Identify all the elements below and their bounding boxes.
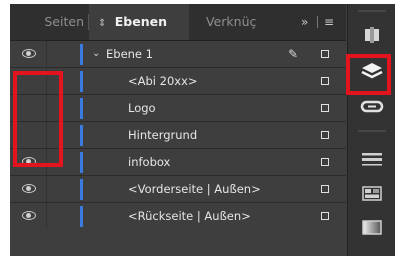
gradient-icon[interactable]	[356, 212, 388, 242]
layer-color-bar	[80, 125, 83, 146]
lock-column[interactable]	[46, 203, 47, 229]
visibility-eye-icon[interactable]	[22, 211, 36, 220]
visibility-eye-icon[interactable]	[22, 184, 36, 193]
layer-color-bar	[80, 71, 83, 92]
cc-libraries-icon[interactable]	[356, 20, 388, 50]
selection-square-icon[interactable]	[321, 131, 329, 139]
selection-square-icon[interactable]	[321, 185, 329, 193]
more-tabs-icon[interactable]: »	[301, 4, 308, 40]
layer-name: infobox	[128, 155, 171, 169]
layer-color-bar	[80, 152, 83, 173]
panel-dock	[347, 4, 395, 256]
dock-divider	[358, 130, 386, 132]
lock-column[interactable]	[46, 176, 47, 202]
lock-column[interactable]	[46, 41, 47, 67]
highlight-lock-column	[13, 71, 63, 167]
tab-grip-icon: ⇕	[98, 18, 107, 29]
layer-color-bar	[80, 44, 83, 65]
selection-square-icon[interactable]	[321, 158, 329, 166]
pen-icon: ✎	[288, 47, 299, 61]
layers-panel: Seiten ⇕ Ebenen Verknüç » ≡ ⌄ Ebene 1 ✎ …	[10, 4, 395, 256]
tab-seiten[interactable]: Seiten	[10, 4, 84, 40]
tab-seiten-label: Seiten	[44, 14, 84, 29]
dock-grip	[358, 10, 386, 12]
highlight-layers-button	[346, 54, 391, 95]
tab-verknuepfungen-label: Verknüç	[206, 14, 257, 29]
layer-color-bar	[80, 179, 83, 200]
layer-name: <Vorderseite | Außen>	[128, 182, 261, 196]
layer-row-rueckseite[interactable]: <Rückseite | Außen>	[10, 203, 346, 229]
layer-name: <Abi 20xx>	[128, 74, 198, 88]
panel-menu-icon[interactable]: ≡	[324, 4, 334, 40]
chevron-down-icon[interactable]: ⌄	[92, 41, 100, 67]
layer-name: Hintergrund	[128, 128, 198, 142]
selection-square-icon[interactable]	[321, 212, 329, 220]
stroke-icon[interactable]	[356, 144, 388, 174]
panel-tab-bar: Seiten ⇕ Ebenen Verknüç » ≡	[10, 4, 346, 41]
visibility-eye-icon[interactable]	[22, 49, 36, 58]
layer-row-vorderseite[interactable]: <Vorderseite | Außen>	[10, 176, 346, 203]
menu-divider	[317, 16, 318, 28]
tab-ebenen-label: Ebenen	[114, 14, 167, 29]
tab-ebenen[interactable]: ⇕ Ebenen	[89, 4, 189, 40]
selection-square-icon[interactable]	[321, 77, 329, 85]
layer-row-ebene-1[interactable]: ⌄ Ebene 1 ✎	[10, 41, 346, 68]
swatches-icon[interactable]	[356, 178, 388, 208]
layer-name: <Rückseite | Außen>	[128, 209, 251, 223]
selection-square-icon[interactable]	[321, 50, 329, 58]
layer-color-bar	[80, 98, 83, 119]
selection-square-icon[interactable]	[321, 104, 329, 112]
tab-verknuepfungen[interactable]: Verknüç	[206, 4, 288, 40]
layer-name: Logo	[128, 101, 156, 115]
layer-name: Ebene 1	[106, 47, 153, 61]
layer-color-bar	[80, 206, 83, 227]
links-icon[interactable]	[356, 92, 388, 122]
